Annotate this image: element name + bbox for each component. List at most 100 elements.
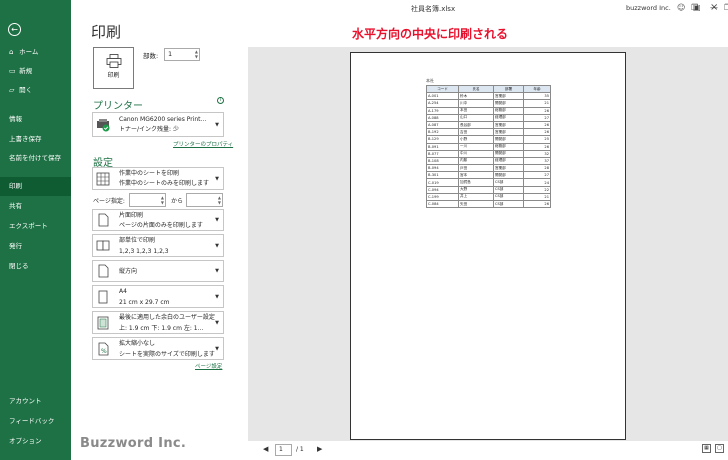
table-cell: 26: [523, 106, 551, 115]
sidebar-item-publish[interactable]: 発行: [0, 237, 71, 256]
scaling-select[interactable]: % 拡大縮小なし シートを実際のサイズで印刷します ▼: [92, 337, 224, 360]
table-row: B-129 小野 開発部 25: [426, 135, 551, 144]
copies-stepper[interactable]: 1 ▲ ▼: [164, 48, 200, 61]
spin-arrows-icon[interactable]: ▲ ▼: [195, 49, 198, 59]
table-header-row: コード 氏名 部署 年齢: [426, 84, 551, 94]
sidebar-item-close[interactable]: 閉じる: [0, 257, 71, 276]
sidebar-item-label: 開く: [19, 86, 33, 94]
previous-page-icon[interactable]: ◀: [263, 445, 268, 453]
spin-arrows-icon[interactable]: ▲ ▼: [161, 195, 164, 205]
table-cell: 37: [523, 156, 551, 166]
table-cell: B-129: [426, 135, 459, 144]
margins-select[interactable]: 最後に適用した余白のユーザー設定 上: 1.9 cm 下: 1.9 cm 左: …: [92, 311, 224, 334]
sidebar-item-open[interactable]: ▱ 開く: [0, 81, 71, 100]
table-cell: 32: [523, 149, 551, 158]
setting-line2: シートを実際のサイズで印刷します: [119, 351, 215, 358]
printer-icon: [106, 54, 121, 68]
chevron-down-icon: ▼: [215, 175, 219, 182]
page-number-input[interactable]: 1: [275, 444, 292, 456]
sidebar-item-save[interactable]: 上書き保存: [0, 130, 71, 149]
chevron-down-icon: ▼: [215, 319, 219, 326]
table-cell: 山口: [458, 113, 494, 122]
print-button[interactable]: 印刷: [93, 47, 134, 89]
sides-select[interactable]: 片面印刷 ページの片面のみを印刷します ▼: [92, 209, 224, 231]
page-to-input[interactable]: ▲ ▼: [186, 193, 223, 207]
table-cell: B-301: [426, 171, 459, 180]
printer-ready-icon: [97, 118, 110, 131]
table-cell: 小野: [458, 135, 494, 144]
single-side-page-icon: [98, 213, 109, 227]
close-icon[interactable]: ×: [710, 2, 718, 13]
sidebar-item-new[interactable]: ▭ 新規: [0, 62, 71, 81]
printer-heading: プリンター: [93, 101, 143, 112]
sheet-caption: 本社: [426, 78, 434, 83]
table-cell: 26: [523, 128, 551, 137]
page-from-input[interactable]: ▲ ▼: [129, 193, 166, 207]
table-cell: 経理部: [493, 113, 524, 122]
table-cell: B-091: [426, 142, 459, 151]
table-cell: B-094: [426, 164, 459, 173]
table-cell: A-001: [426, 92, 459, 101]
sidebar-item-account[interactable]: アカウント: [0, 392, 71, 411]
sidebar-item-save-as[interactable]: 名前を付けて保存: [0, 153, 64, 175]
restore-window-icon[interactable]: ❐: [691, 3, 698, 12]
sidebar-item-info[interactable]: 情報: [0, 110, 71, 129]
sidebar-item-export[interactable]: エクスポート: [0, 217, 71, 236]
sidebar-item-home[interactable]: ⌂ ホーム: [0, 43, 71, 62]
page-setup-link[interactable]: ページ設定: [195, 362, 222, 370]
table-cell: A-254: [426, 99, 459, 108]
table-cell: 35: [523, 92, 551, 101]
portrait-page-icon: [98, 264, 109, 278]
sidebar-item-print[interactable]: 印刷: [0, 177, 71, 196]
pages-to-label: から: [171, 198, 184, 205]
table-cell: 総務部: [493, 106, 524, 115]
setting-line1: 最後に適用した余白のユーザー設定: [119, 314, 215, 321]
table-cell: 開発部: [493, 171, 524, 180]
folder-icon: ▱: [9, 86, 15, 94]
smiley-icon[interactable]: ☺: [677, 3, 685, 12]
zoom-to-page-icon[interactable]: ▢: [715, 444, 724, 453]
table-cell: 経理部: [493, 156, 524, 166]
next-page-icon[interactable]: ▶: [317, 445, 322, 453]
chevron-down-icon: ▼: [215, 242, 219, 249]
show-margins-icon[interactable]: ▦: [702, 444, 711, 453]
collated-pages-icon: [96, 240, 110, 250]
spin-arrows-icon[interactable]: ▲ ▼: [218, 195, 221, 205]
paper-icon: [98, 290, 108, 303]
table-cell: 営業部: [493, 128, 524, 137]
table-cell: 吉田: [458, 128, 494, 137]
table-cell: A-088: [426, 113, 459, 122]
home-icon: ⌂: [9, 48, 14, 56]
sidebar-item-options[interactable]: オプション: [0, 432, 71, 451]
printer-status: トナー/インク残量: 少: [119, 126, 179, 133]
orientation-select[interactable]: 縦方向 ▼: [92, 260, 224, 282]
chevron-down-icon: ▼: [215, 345, 219, 352]
setting-line2: 1,2,3 1,2,3 1,2,3: [119, 248, 169, 255]
sidebar-item-feedback[interactable]: フィードバック: [0, 412, 71, 431]
table-cell: 川中: [458, 99, 494, 108]
table-cell: CS部: [493, 178, 524, 187]
sheet-grid-icon: [96, 172, 110, 185]
table-cell: 26: [523, 142, 551, 151]
column-header: 部署: [493, 84, 524, 94]
restore-icon[interactable]: ❐: [724, 3, 728, 12]
table-cell: 一川: [458, 142, 494, 151]
table-cell: A-179: [426, 106, 459, 115]
paper-size-select[interactable]: A4 21 cm x 29.7 cm ▼: [92, 285, 224, 308]
annotation-text: 水平方向の中央に印刷される: [352, 27, 509, 41]
table-row: A-179 本田 総務部 26: [426, 106, 551, 115]
back-arrow-icon[interactable]: ←: [8, 23, 21, 36]
setting-line1: 片面印刷: [119, 212, 144, 219]
info-icon[interactable]: i: [217, 97, 224, 104]
user-name[interactable]: buzzword Inc.: [626, 4, 671, 12]
sidebar-item-share[interactable]: 共有: [0, 197, 71, 216]
table-cell: 28: [523, 164, 551, 173]
print-what-select[interactable]: 作業中のシートを印刷 作業中のシートのみを印刷します ▼: [92, 167, 224, 190]
setting-line1: 作業中のシートを印刷: [119, 170, 180, 177]
table-cell: 開発部: [493, 99, 524, 108]
collate-select[interactable]: 部単位で印刷 1,2,3 1,2,3 1,2,3 ▼: [92, 234, 224, 257]
table-row: B-077 中川 開発部 32: [426, 149, 551, 158]
printer-select[interactable]: Canon MG6200 series Print… トナー/インク残量: 少 …: [92, 112, 224, 137]
table-cell: 内藤: [458, 156, 494, 166]
printer-properties-link[interactable]: プリンターのプロパティ: [173, 140, 233, 148]
